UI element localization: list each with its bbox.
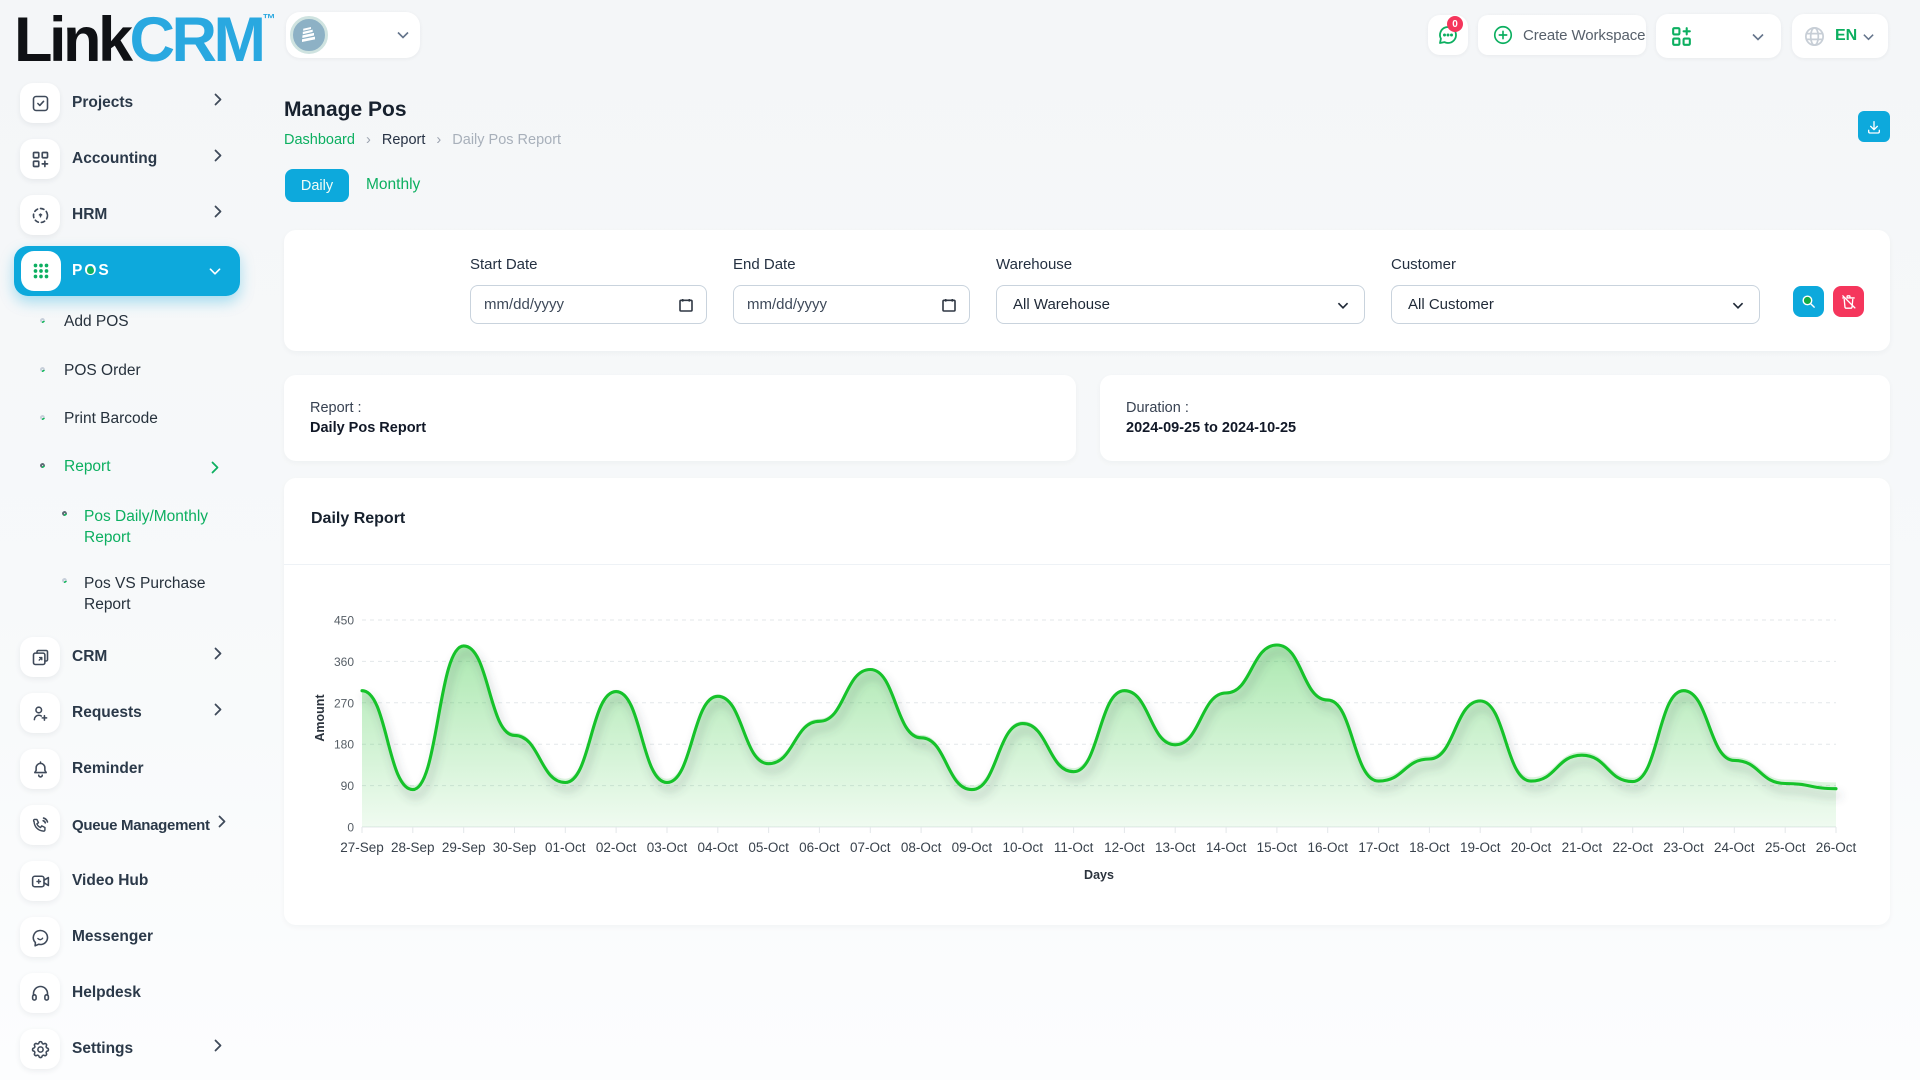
svg-text:13-Oct: 13-Oct xyxy=(1155,840,1196,855)
svg-text:09-Oct: 09-Oct xyxy=(952,840,993,855)
svg-text:16-Oct: 16-Oct xyxy=(1307,840,1348,855)
svg-text:15-Oct: 15-Oct xyxy=(1257,840,1298,855)
svg-text:Days: Days xyxy=(1084,868,1114,882)
svg-text:03-Oct: 03-Oct xyxy=(647,840,688,855)
svg-text:23-Oct: 23-Oct xyxy=(1663,840,1704,855)
svg-text:11-Oct: 11-Oct xyxy=(1054,840,1094,855)
svg-text:0: 0 xyxy=(347,821,354,835)
svg-text:01-Oct: 01-Oct xyxy=(545,840,586,855)
svg-text:19-Oct: 19-Oct xyxy=(1460,840,1501,855)
svg-text:270: 270 xyxy=(334,696,354,710)
svg-text:04-Oct: 04-Oct xyxy=(698,840,739,855)
svg-text:18-Oct: 18-Oct xyxy=(1409,840,1450,855)
svg-text:22-Oct: 22-Oct xyxy=(1612,840,1653,855)
svg-text:21-Oct: 21-Oct xyxy=(1562,840,1603,855)
svg-text:360: 360 xyxy=(334,655,354,669)
svg-text:14-Oct: 14-Oct xyxy=(1206,840,1247,855)
svg-text:25-Oct: 25-Oct xyxy=(1765,840,1806,855)
svg-text:10-Oct: 10-Oct xyxy=(1003,840,1044,855)
svg-text:Amount: Amount xyxy=(313,694,327,742)
svg-text:02-Oct: 02-Oct xyxy=(596,840,637,855)
svg-text:450: 450 xyxy=(334,614,354,628)
svg-text:12-Oct: 12-Oct xyxy=(1104,840,1145,855)
svg-text:29-Sep: 29-Sep xyxy=(442,840,486,855)
svg-text:08-Oct: 08-Oct xyxy=(901,840,942,855)
svg-text:90: 90 xyxy=(341,779,355,793)
svg-text:17-Oct: 17-Oct xyxy=(1358,840,1399,855)
svg-text:24-Oct: 24-Oct xyxy=(1714,840,1755,855)
svg-text:07-Oct: 07-Oct xyxy=(850,840,891,855)
svg-text:06-Oct: 06-Oct xyxy=(799,840,840,855)
svg-text:27-Sep: 27-Sep xyxy=(340,840,384,855)
svg-text:180: 180 xyxy=(334,738,354,752)
svg-text:30-Sep: 30-Sep xyxy=(493,840,537,855)
svg-text:28-Sep: 28-Sep xyxy=(391,840,435,855)
svg-text:05-Oct: 05-Oct xyxy=(748,840,789,855)
svg-text:26-Oct: 26-Oct xyxy=(1816,840,1857,855)
svg-text:20-Oct: 20-Oct xyxy=(1511,840,1552,855)
